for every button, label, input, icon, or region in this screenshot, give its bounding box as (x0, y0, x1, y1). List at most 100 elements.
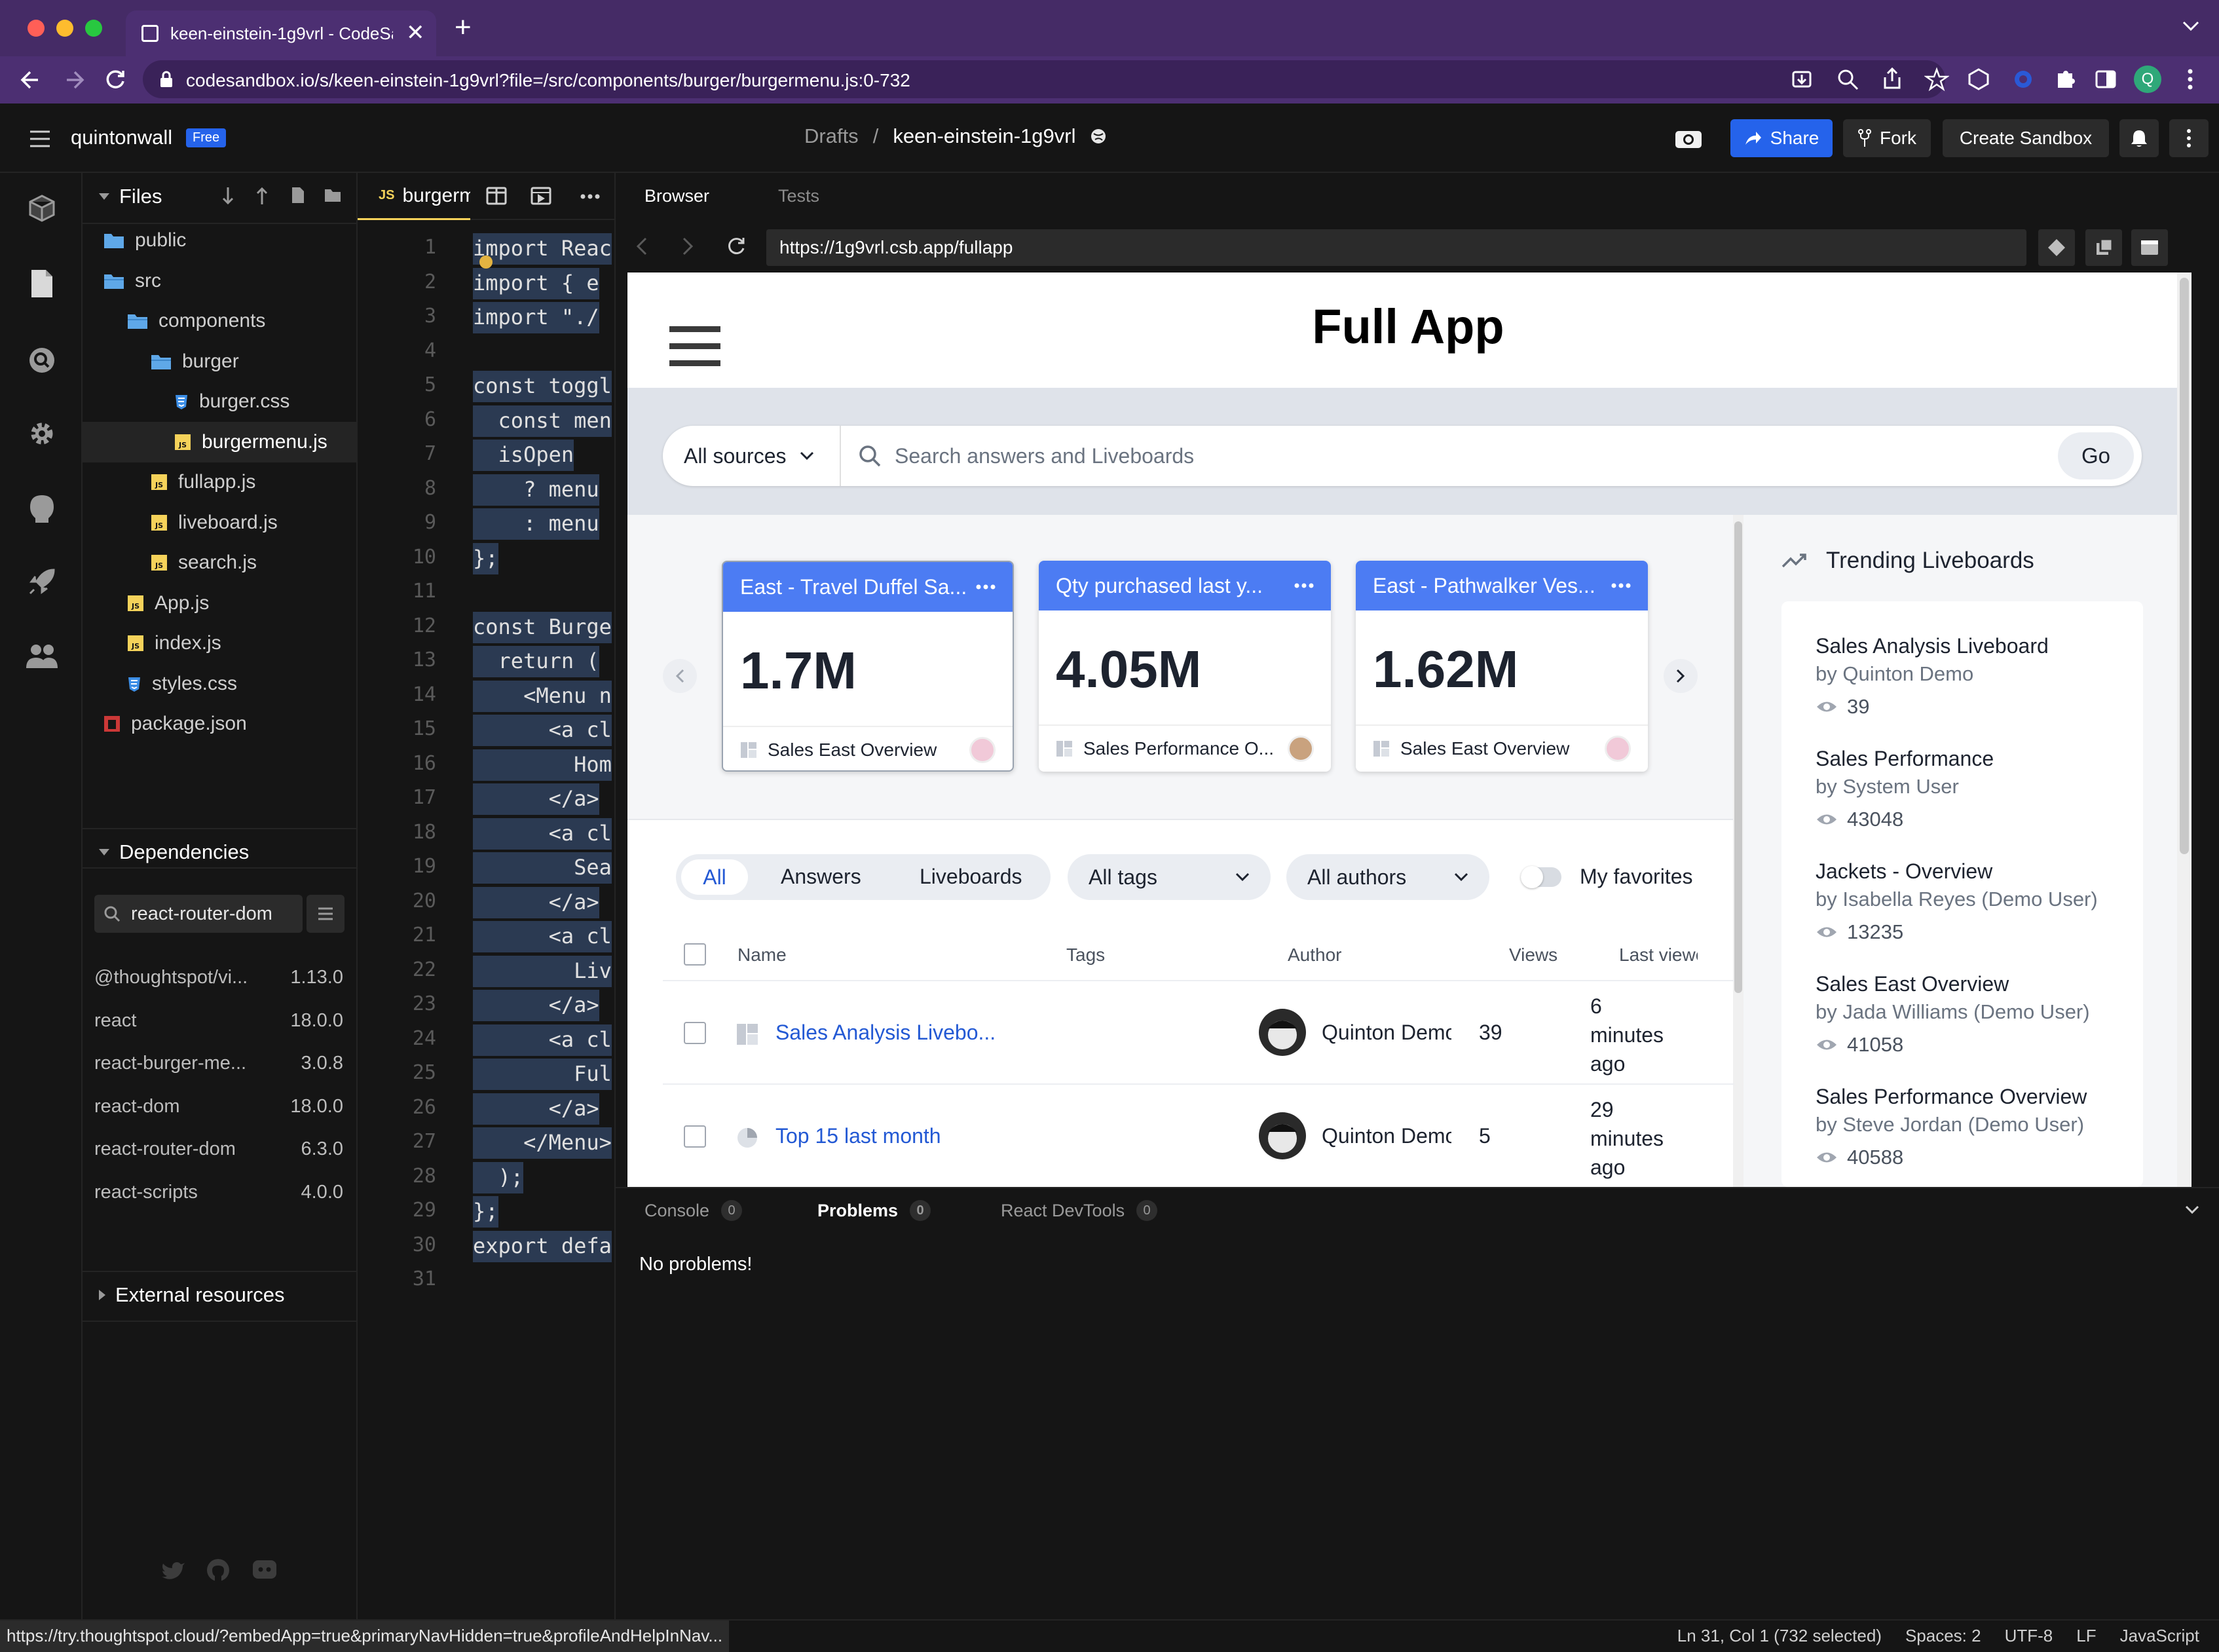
trending-liveboard-item[interactable]: Sales East Overview by Jada Williams (Dem… (1816, 972, 2104, 1057)
line-ending[interactable]: LF (2076, 1626, 2096, 1646)
breadcrumb-drafts[interactable]: Drafts (804, 124, 859, 148)
indentation[interactable]: Spaces: 2 (1905, 1626, 1981, 1646)
browser-menu-icon[interactable] (2185, 67, 2195, 92)
file-tree-item[interactable]: src (83, 261, 356, 301)
row-name-link[interactable]: Top 15 last month (775, 1124, 941, 1148)
row-checkbox[interactable] (684, 1022, 706, 1044)
column-header[interactable]: Last viewe (1619, 945, 1698, 966)
dependency-item[interactable]: react-router-dom 6.3.0 (94, 1138, 343, 1160)
team-icon[interactable] (25, 643, 59, 669)
sort-up-icon[interactable] (255, 186, 269, 206)
page-scrollbar[interactable] (2180, 278, 2189, 854)
file-tree-item[interactable]: components (83, 301, 356, 341)
dependency-item[interactable]: react-scripts 4.0.0 (94, 1182, 343, 1203)
preview-refresh-icon[interactable] (726, 236, 747, 257)
share-button[interactable]: Share (1730, 119, 1833, 157)
sandbox-name[interactable]: keen-einstein-1g9vrl (893, 124, 1075, 148)
create-sandbox-button[interactable]: Create Sandbox (1943, 119, 2109, 157)
files-section-header[interactable]: Files (98, 185, 162, 208)
filter-liveboards[interactable]: Liveboards (920, 865, 1022, 889)
kpi-card[interactable]: East - Pathwalker Ves... 1.62M Sales East … (1356, 561, 1648, 772)
files-icon[interactable] (29, 269, 55, 299)
all-authors-dropdown[interactable]: All authors (1286, 854, 1489, 900)
cursor-position[interactable]: Ln 31, Col 1 (732 selected) (1677, 1626, 1882, 1646)
kpi-card[interactable]: East - Travel Duffel Sa... 1.7M Sales East… (722, 561, 1014, 772)
share-page-icon[interactable] (1880, 67, 1905, 92)
trending-liveboard-item[interactable]: Sales Performance Overview by Steve Jorda… (1816, 1085, 2104, 1169)
close-window-button[interactable] (28, 20, 45, 37)
select-all-checkbox[interactable] (684, 943, 706, 966)
back-icon[interactable] (18, 68, 42, 92)
github-icon[interactable] (28, 494, 56, 523)
dependency-item[interactable]: react-dom 18.0.0 (94, 1096, 343, 1117)
new-folder-icon[interactable] (324, 187, 342, 203)
github-footer-icon[interactable] (206, 1558, 231, 1583)
bookmark-star-icon[interactable] (1924, 67, 1949, 92)
kpi-card-more-icon[interactable] (1294, 583, 1314, 588)
twitter-icon[interactable] (161, 1560, 186, 1580)
file-tree-item[interactable]: JS App.js (83, 583, 356, 624)
dependency-item[interactable]: @thoughtspot/vi... 1.13.0 (94, 967, 343, 988)
minimize-window-button[interactable] (56, 20, 73, 37)
dependency-list-button[interactable] (307, 895, 345, 933)
kpi-card-more-icon[interactable] (1611, 583, 1631, 588)
dependency-item[interactable]: react 18.0.0 (94, 1010, 343, 1032)
dependency-search-input[interactable]: react-router-dom (94, 895, 303, 933)
username[interactable]: quintonwall (71, 126, 172, 149)
more-menu-icon[interactable] (2169, 119, 2209, 157)
file-tree-item[interactable]: styles.css (83, 664, 356, 704)
panel-tab[interactable]: Problems 0 (817, 1200, 931, 1221)
file-tree-item[interactable]: JS liveboard.js (83, 502, 356, 543)
tab-tests[interactable]: Tests (778, 186, 819, 206)
editor-more-icon[interactable] (580, 194, 600, 199)
close-tab-icon[interactable]: ✕ (406, 20, 425, 46)
collapse-panel-chevron-icon[interactable] (2185, 1205, 2199, 1214)
all-tags-dropdown[interactable]: All tags (1068, 854, 1271, 900)
codesandbox-logo-button[interactable] (2038, 229, 2075, 266)
extensions-puzzle-icon[interactable] (2053, 67, 2078, 92)
file-tree-item[interactable]: public (83, 220, 356, 261)
notifications-bell-icon[interactable] (2119, 119, 2159, 157)
kpi-card[interactable]: Qty purchased last y... 4.05M Sales Perfor… (1039, 561, 1331, 772)
file-tree-item[interactable]: burger.css (83, 381, 356, 422)
new-tab-icon[interactable]: + (455, 13, 472, 42)
panel-tab[interactable]: React DevTools 0 (1001, 1200, 1158, 1221)
sort-down-icon[interactable] (221, 186, 234, 206)
kpi-card-more-icon[interactable] (976, 584, 996, 590)
address-bar[interactable]: codesandbox.io/s/keen-einstein-1g9vrl?fi… (143, 60, 1949, 98)
dependency-item[interactable]: react-burger-me... 3.0.8 (94, 1053, 343, 1074)
go-button[interactable]: Go (2058, 432, 2134, 479)
favorites-toggle[interactable] (1521, 866, 1561, 888)
toggle-devtools-icon[interactable] (2131, 229, 2168, 266)
table-row[interactable]: Sales Analysis Livebo... Quinton Demo 39 6 … (663, 983, 1734, 1085)
profile-avatar[interactable]: Q (2134, 66, 2161, 93)
table-row[interactable]: Top 15 last month Quinton Demo 5 29 minutes… (663, 1086, 1734, 1187)
row-name-link[interactable]: Sales Analysis Livebo... (775, 1021, 996, 1045)
encoding[interactable]: UTF-8 (2005, 1626, 2053, 1646)
file-tree-item[interactable]: JS burgermenu.js (83, 421, 356, 462)
lightbulb-icon[interactable] (479, 255, 493, 269)
new-file-icon[interactable] (291, 186, 305, 204)
extension-codesandbox-icon[interactable] (1966, 67, 1991, 92)
search-icon[interactable] (28, 346, 56, 375)
fork-button[interactable]: Fork (1843, 119, 1931, 157)
trending-liveboard-item[interactable]: Sales Performance by System User 43048 (1816, 747, 2104, 831)
file-tree-item[interactable]: burger (83, 341, 356, 382)
column-header[interactable]: Tags (1066, 945, 1197, 966)
editor-tab-burgermenu[interactable]: JS burgermenu.js (358, 173, 470, 220)
settings-gear-icon[interactable] (28, 419, 56, 448)
split-view-icon[interactable] (486, 186, 507, 206)
hamburger-menu-icon[interactable] (29, 130, 51, 148)
reload-icon[interactable] (103, 68, 127, 92)
carousel-next-icon[interactable] (1664, 659, 1698, 693)
row-checkbox[interactable] (684, 1125, 706, 1148)
column-header[interactable]: Author (1288, 945, 1419, 966)
side-panel-icon[interactable] (2093, 67, 2118, 92)
filter-all[interactable]: All (681, 859, 748, 895)
search-answers-input[interactable]: Search answers and Liveboards (858, 426, 1194, 486)
file-tree-item[interactable]: JS search.js (83, 542, 356, 583)
tab-browser[interactable]: Browser (644, 186, 709, 206)
zoom-icon[interactable] (1835, 67, 1860, 92)
panel-tab[interactable]: Console 0 (644, 1200, 743, 1221)
maximize-window-button[interactable] (85, 20, 102, 37)
